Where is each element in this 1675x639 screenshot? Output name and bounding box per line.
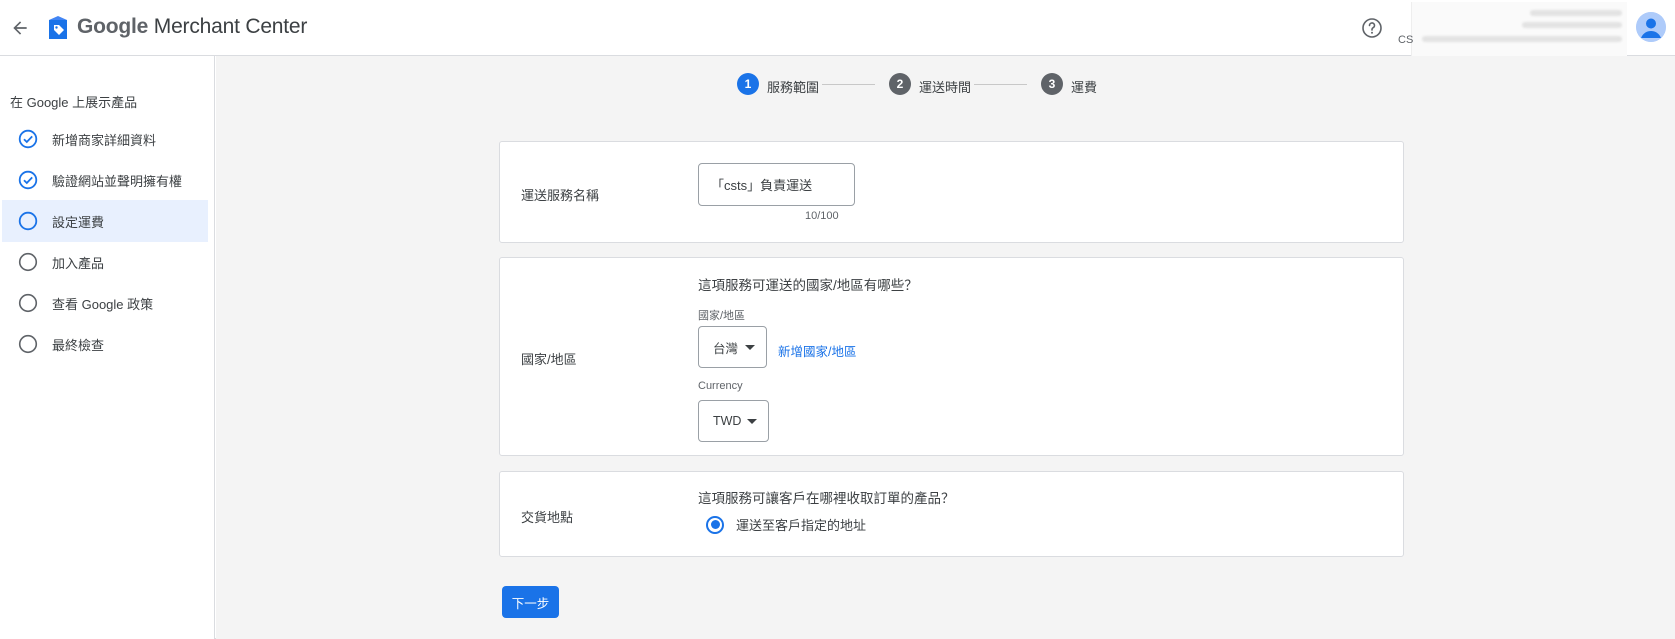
currency-select[interactable]: TWD (698, 400, 769, 442)
circle-outline-icon (18, 334, 38, 354)
chevron-down-icon (747, 419, 757, 424)
country-select[interactable]: 台灣 (698, 326, 767, 368)
chevron-down-icon (745, 345, 755, 350)
country-card: 國家/地區 這項服務可運送的國家/地區有哪些？ 國家/地區 台灣 新增國家/地區… (499, 257, 1404, 456)
currency-select-value: TWD (713, 414, 742, 428)
currency-label: Currency (698, 380, 743, 392)
character-counter: 10/100 (805, 210, 839, 222)
sidebar-item-verify-website[interactable]: 驗證網站並聲明擁有權 (2, 159, 208, 201)
sidebar-item-policies[interactable]: 查看 Google 政策 (2, 282, 208, 324)
step-number: 1 (737, 73, 759, 95)
progress-stepper: 1 服務範圍 2 運送時間 3 運費 (216, 73, 1675, 97)
country-row-label: 國家/地區 (521, 352, 577, 367)
avatar[interactable] (1636, 12, 1666, 42)
ship-to-address-radio[interactable]: 運送至客戶指定的地址 (706, 515, 866, 534)
country-select-value: 台灣 (713, 341, 739, 356)
app-title-product: Merchant Center (148, 15, 308, 38)
account-email-redacted (1522, 22, 1622, 28)
sidebar-item-label: 最終檢查 (52, 337, 105, 353)
circle-outline-icon (18, 293, 38, 313)
delivery-question: 這項服務可讓客戶在哪裡收取訂單的產品？ (698, 491, 955, 506)
country-field-label: 國家/地區 (698, 310, 746, 322)
radio-label: 運送至客戶指定的地址 (736, 518, 867, 533)
step-connector (974, 84, 1027, 85)
sidebar-item-business-info[interactable]: 新增商家詳細資料 (2, 118, 208, 160)
sidebar-item-label: 查看 Google 政策 (52, 296, 154, 312)
step-number: 3 (1041, 73, 1063, 95)
sidebar-heading: 在 Google 上展示產品 (10, 95, 138, 110)
step-label: 運送時間 (919, 80, 972, 95)
account-info[interactable] (1411, 2, 1627, 56)
setup-sidebar: 在 Google 上展示產品 新增商家詳細資料 驗證網站並聲明擁有權 設定運費 … (0, 56, 215, 639)
sidebar-item-label: 加入產品 (52, 255, 105, 271)
top-app-bar: Google Merchant Center CS (0, 0, 1675, 56)
circle-outline-icon (18, 252, 38, 272)
radio-selected-icon (706, 515, 724, 534)
back-arrow-icon[interactable] (8, 16, 32, 40)
help-icon[interactable] (1360, 16, 1384, 40)
delivery-location-label: 交貨地點 (521, 510, 574, 525)
delivery-location-card: 交貨地點 這項服務可讓客戶在哪裡收取訂單的產品？ 運送至客戶指定的地址 (499, 471, 1404, 557)
sidebar-item-final-review[interactable]: 最終檢查 (2, 323, 208, 365)
sidebar-item-shipping[interactable]: 設定運費 (2, 200, 208, 242)
step-number: 2 (889, 73, 911, 95)
sidebar-item-label: 新增商家詳細資料 (52, 132, 157, 148)
app-title: Google Merchant Center (77, 15, 307, 39)
service-name-input[interactable] (698, 163, 855, 206)
sidebar-item-label: 設定運費 (52, 214, 105, 230)
check-circle-icon (18, 129, 38, 149)
account-name-redacted (1530, 10, 1622, 16)
add-country-link[interactable]: 新增國家/地區 (778, 341, 856, 360)
country-question: 這項服務可運送的國家/地區有哪些？ (698, 278, 918, 293)
merchant-center-logo-icon (46, 15, 70, 41)
step-label: 服務範圍 (767, 80, 820, 95)
circle-outline-icon (18, 211, 38, 231)
main-content: 1 服務範圍 2 運送時間 3 運費 運送服務名稱 10/100 國家/地區 這… (216, 56, 1675, 639)
step-label: 運費 (1071, 80, 1098, 95)
sidebar-item-label: 驗證網站並聲明擁有權 (52, 173, 183, 189)
account-prefix: CS (1398, 34, 1414, 46)
next-button[interactable]: 下一步 (502, 586, 559, 618)
account-id-redacted (1422, 36, 1622, 42)
service-name-label: 運送服務名稱 (521, 188, 600, 203)
service-name-card: 運送服務名稱 10/100 (499, 141, 1404, 243)
sidebar-item-add-products[interactable]: 加入產品 (2, 241, 208, 283)
check-circle-icon (18, 170, 38, 190)
step-connector (822, 84, 875, 85)
app-title-brand: Google (77, 15, 149, 38)
